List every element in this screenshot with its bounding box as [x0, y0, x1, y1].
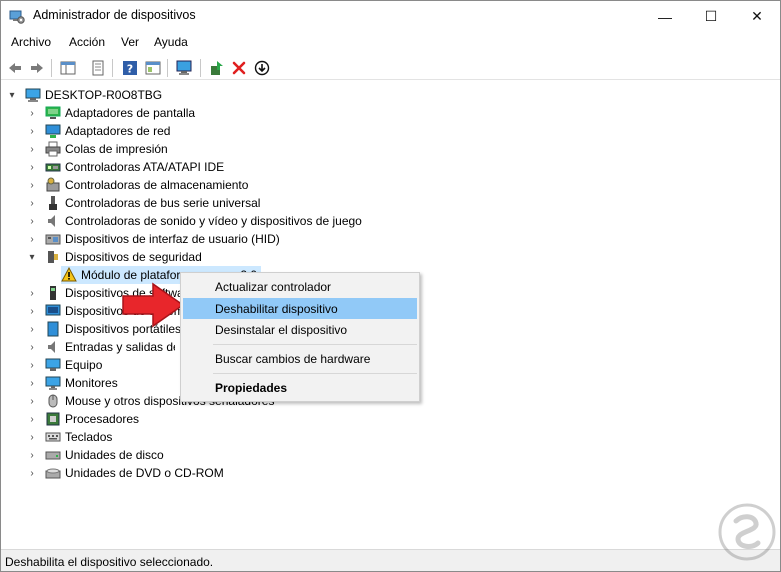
- red-arrow-icon: [122, 282, 185, 328]
- warning-icon: [61, 267, 77, 282]
- properties-sheet-icon[interactable]: [89, 59, 107, 77]
- view-panel-icon[interactable]: [144, 59, 162, 77]
- help-icon[interactable]: ?: [121, 59, 139, 77]
- category-audio-io[interactable]: › Entradas y salidas de audio: [27, 338, 175, 356]
- system-device-icon: [45, 304, 61, 316]
- show-hide-tree-icon[interactable]: [59, 59, 77, 77]
- menu-desinstalar-dispositivo[interactable]: Desinstalar el dispositivo: [183, 319, 417, 340]
- disable-device-icon[interactable]: [253, 59, 271, 77]
- tree-root-label: DESKTOP-R0O8TBG: [45, 88, 163, 102]
- portable-device-icon: [47, 321, 59, 337]
- menu-actualizar-controlador[interactable]: Actualizar controlador: [183, 276, 417, 297]
- status-bar: Deshabilita el dispositivo seleccionado.: [1, 549, 780, 571]
- chevron-right-icon[interactable]: ›: [27, 392, 37, 410]
- processor-icon: [46, 412, 60, 426]
- menu-separator: [213, 344, 417, 345]
- monitor-icon: [45, 376, 61, 390]
- category-procesadores[interactable]: › Procesadores: [27, 410, 139, 428]
- category-controladoras-almacenamiento[interactable]: › Controladoras de almacenamiento: [27, 176, 248, 194]
- window-title: Administrador de dispositivos: [33, 8, 196, 22]
- chevron-right-icon[interactable]: ›: [27, 122, 37, 140]
- category-colas-impresion[interactable]: › Colas de impresión: [27, 140, 168, 158]
- category-sonido-video[interactable]: › Controladoras de sonido y vídeo y disp…: [27, 212, 362, 230]
- menu-bar: Archivo Acción Ver Ayuda: [1, 32, 780, 54]
- speaker-icon: [48, 215, 55, 227]
- hid-device-icon: [45, 234, 61, 245]
- chevron-right-icon[interactable]: ›: [27, 104, 37, 122]
- chevron-right-icon[interactable]: ›: [27, 230, 37, 248]
- category-teclados[interactable]: › Teclados: [27, 428, 112, 446]
- chevron-right-icon[interactable]: ›: [27, 446, 37, 464]
- category-adaptadores-pantalla[interactable]: › Adaptadores de pantalla: [27, 104, 195, 122]
- chevron-right-icon[interactable]: ›: [27, 428, 37, 446]
- chevron-down-icon[interactable]: ▾: [7, 86, 17, 104]
- computer-icon: [25, 88, 41, 102]
- audio-io-icon: [48, 341, 55, 353]
- chevron-right-icon[interactable]: ›: [27, 194, 37, 212]
- category-hid[interactable]: › Dispositivos de interfaz de usuario (H…: [27, 230, 279, 248]
- software-device-icon: [50, 286, 56, 300]
- scan-hardware-icon[interactable]: [176, 59, 194, 77]
- chevron-right-icon[interactable]: ›: [27, 176, 37, 194]
- category-seguridad[interactable]: ▾ Dispositivos de seguridad: [27, 248, 201, 266]
- chevron-right-icon[interactable]: ›: [27, 284, 37, 302]
- uninstall-x-icon[interactable]: [230, 59, 248, 77]
- category-controladoras-usb[interactable]: › Controladoras de bus serie universal: [27, 194, 260, 212]
- menu-separator: [213, 373, 417, 374]
- dvd-drive-icon: [45, 468, 61, 479]
- category-monitores[interactable]: › Monitores: [27, 374, 118, 392]
- status-text: Deshabilita el dispositivo seleccionado.: [5, 555, 214, 569]
- update-driver-icon[interactable]: [208, 59, 226, 77]
- security-device-icon: [48, 251, 58, 263]
- category-discos[interactable]: › Unidades de disco: [27, 446, 163, 464]
- chevron-right-icon[interactable]: ›: [27, 140, 37, 158]
- chevron-right-icon[interactable]: ›: [27, 374, 37, 392]
- minimize-button[interactable]: —: [642, 1, 688, 32]
- back-arrow-icon[interactable]: [6, 59, 24, 77]
- category-dvd[interactable]: › Unidades de DVD o CD-ROM: [27, 464, 223, 482]
- chevron-down-icon[interactable]: ▾: [27, 248, 37, 266]
- disk-drive-icon: [45, 451, 61, 460]
- menu-ayuda[interactable]: Ayuda: [154, 35, 188, 49]
- network-adapter-icon: [45, 124, 61, 138]
- title-bar: Administrador de dispositivos — ☐ ✕: [1, 1, 780, 32]
- keyboard-icon: [45, 432, 61, 442]
- mouse-icon: [48, 394, 58, 408]
- context-menu: Actualizar controlador Deshabilitar disp…: [180, 272, 420, 402]
- chevron-right-icon[interactable]: ›: [27, 158, 37, 176]
- chevron-right-icon[interactable]: ›: [27, 464, 37, 482]
- category-adaptadores-red[interactable]: › Adaptadores de red: [27, 122, 170, 140]
- watermark-logo: [718, 503, 776, 561]
- chevron-right-icon[interactable]: ›: [27, 338, 37, 356]
- tree-root[interactable]: ▾ DESKTOP-R0O8TBG: [7, 86, 162, 104]
- ide-controller-icon: [45, 163, 61, 172]
- chevron-right-icon[interactable]: ›: [27, 212, 37, 230]
- chevron-right-icon[interactable]: ›: [27, 320, 37, 338]
- chevron-right-icon[interactable]: ›: [27, 410, 37, 428]
- menu-propiedades[interactable]: Propiedades: [183, 377, 417, 398]
- forward-arrow-icon[interactable]: [28, 59, 46, 77]
- menu-accion[interactable]: Acción: [69, 35, 105, 49]
- storage-controller-icon: [46, 177, 60, 192]
- usb-icon: [49, 196, 57, 210]
- computer-icon: [45, 358, 61, 371]
- menu-buscar-cambios[interactable]: Buscar cambios de hardware: [183, 348, 417, 369]
- menu-archivo[interactable]: Archivo: [11, 35, 51, 49]
- chevron-right-icon[interactable]: ›: [27, 302, 37, 320]
- category-controladoras-ata[interactable]: › Controladoras ATA/ATAPI IDE: [27, 158, 224, 176]
- toolbar: ?: [1, 55, 780, 80]
- svg-text:?: ?: [127, 63, 133, 76]
- device-manager-icon: [9, 10, 25, 24]
- display-adapter-icon: [45, 106, 61, 119]
- maximize-button[interactable]: ☐: [688, 1, 734, 32]
- menu-ver[interactable]: Ver: [121, 35, 139, 49]
- chevron-right-icon[interactable]: ›: [27, 356, 37, 374]
- device-manager-window: Administrador de dispositivos — ☐ ✕ Arch…: [0, 0, 781, 572]
- category-equipo[interactable]: › Equipo: [27, 356, 102, 374]
- close-button[interactable]: ✕: [734, 1, 780, 32]
- menu-deshabilitar-dispositivo[interactable]: Deshabilitar dispositivo: [183, 298, 417, 319]
- printer-icon: [45, 141, 61, 157]
